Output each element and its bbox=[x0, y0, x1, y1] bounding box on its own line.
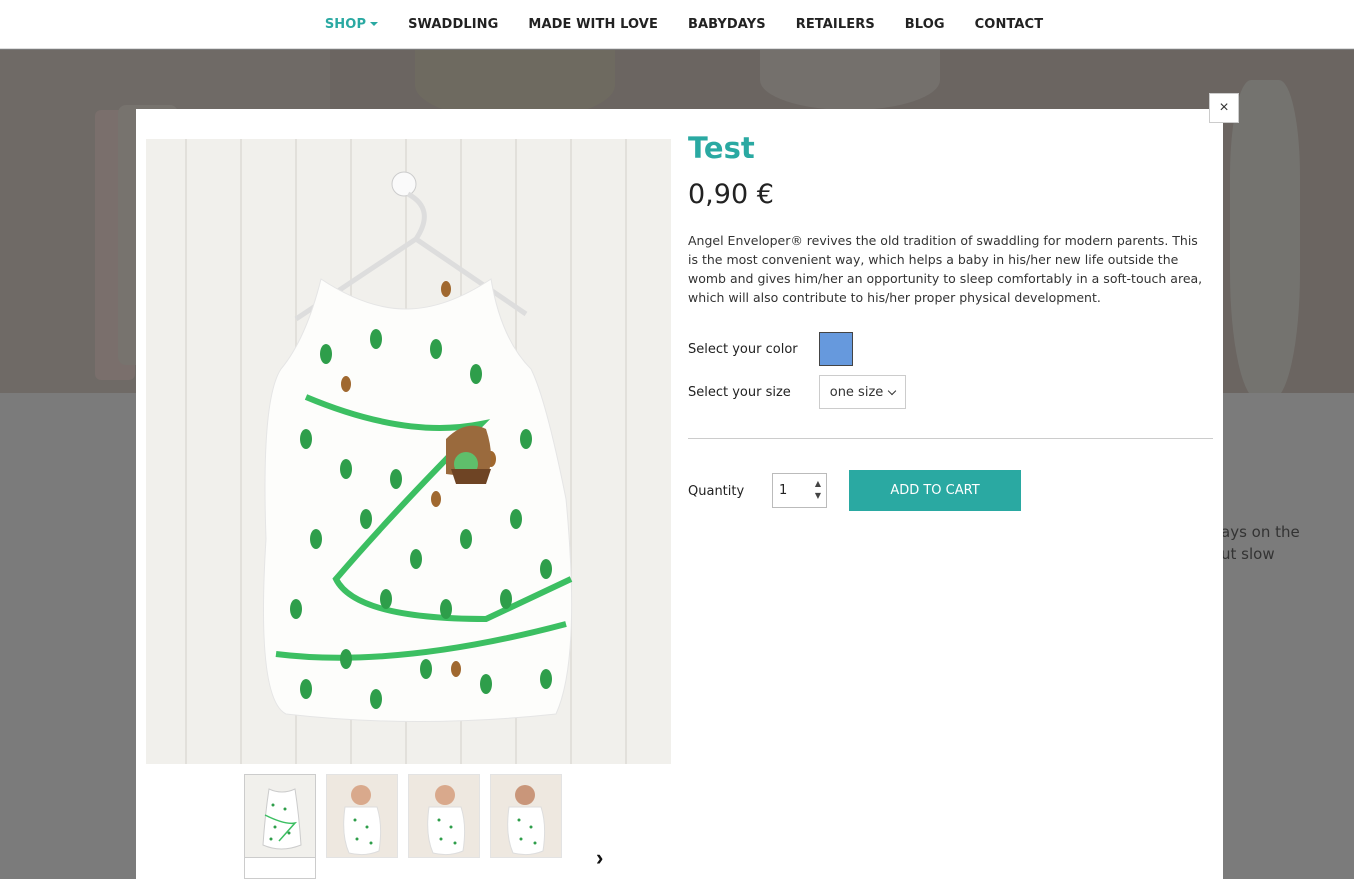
thumbnail-selection-indicator bbox=[244, 858, 316, 879]
background-text-line: ut slow bbox=[1221, 545, 1275, 563]
thumbnail-image bbox=[409, 775, 479, 857]
thumbnail-4[interactable] bbox=[490, 774, 562, 858]
nav-item-contact[interactable]: CONTACT bbox=[960, 17, 1059, 32]
chevron-right-icon[interactable]: › bbox=[596, 845, 603, 871]
nav-menu: SHOP SWADDLING MADE WITH LOVE BABYDAYS R… bbox=[310, 17, 1058, 32]
color-swatch[interactable] bbox=[819, 332, 853, 366]
caret-down-icon bbox=[370, 22, 379, 26]
thumbnail-1[interactable] bbox=[244, 774, 316, 858]
quantity-value: 1 bbox=[779, 483, 788, 498]
thumbnail-2[interactable] bbox=[326, 774, 398, 858]
quantity-stepper[interactable]: 1 ▲ ▼ bbox=[772, 473, 827, 508]
size-select[interactable]: one size bbox=[819, 375, 906, 409]
background-text-line: ays on the bbox=[1221, 523, 1300, 541]
nav-item-blog[interactable]: BLOG bbox=[890, 17, 960, 32]
top-navigation: SHOP SWADDLING MADE WITH LOVE BABYDAYS R… bbox=[0, 0, 1354, 49]
nav-item-retailers[interactable]: RETAILERS bbox=[781, 17, 890, 32]
size-label: Select your size bbox=[688, 385, 791, 400]
thumbnail-strip bbox=[244, 774, 562, 858]
thumbnail-3[interactable] bbox=[408, 774, 480, 858]
product-price: 0,90 € bbox=[688, 179, 774, 210]
quantity-label: Quantity bbox=[688, 484, 745, 499]
stepper-arrows-icon[interactable]: ▲ ▼ bbox=[815, 478, 821, 502]
nav-item-swaddling[interactable]: SWADDLING bbox=[393, 17, 513, 32]
sleeping-bag-image bbox=[146, 139, 671, 764]
thumbnail-image bbox=[491, 775, 561, 857]
chevron-down-icon bbox=[888, 386, 897, 395]
nav-item-babydays[interactable]: BABYDAYS bbox=[673, 17, 781, 32]
thumbnail-image bbox=[327, 775, 397, 857]
size-select-value: one size bbox=[829, 384, 884, 400]
add-to-cart-button[interactable]: ADD TO CART bbox=[849, 470, 1021, 511]
nav-item-shop[interactable]: SHOP bbox=[310, 17, 393, 32]
product-main-image bbox=[146, 139, 671, 764]
close-icon[interactable]: × bbox=[1209, 93, 1239, 123]
product-description: Angel Enveloper® revives the old traditi… bbox=[688, 233, 1203, 305]
divider bbox=[688, 438, 1213, 439]
thumbnail-image bbox=[245, 775, 315, 857]
product-title: Test bbox=[688, 131, 755, 165]
color-label: Select your color bbox=[688, 342, 798, 357]
product-quickview-modal: › Test 0,90 € Angel Enveloper® revives t… bbox=[136, 109, 1223, 879]
nav-item-made-with-love[interactable]: MADE WITH LOVE bbox=[513, 17, 673, 32]
